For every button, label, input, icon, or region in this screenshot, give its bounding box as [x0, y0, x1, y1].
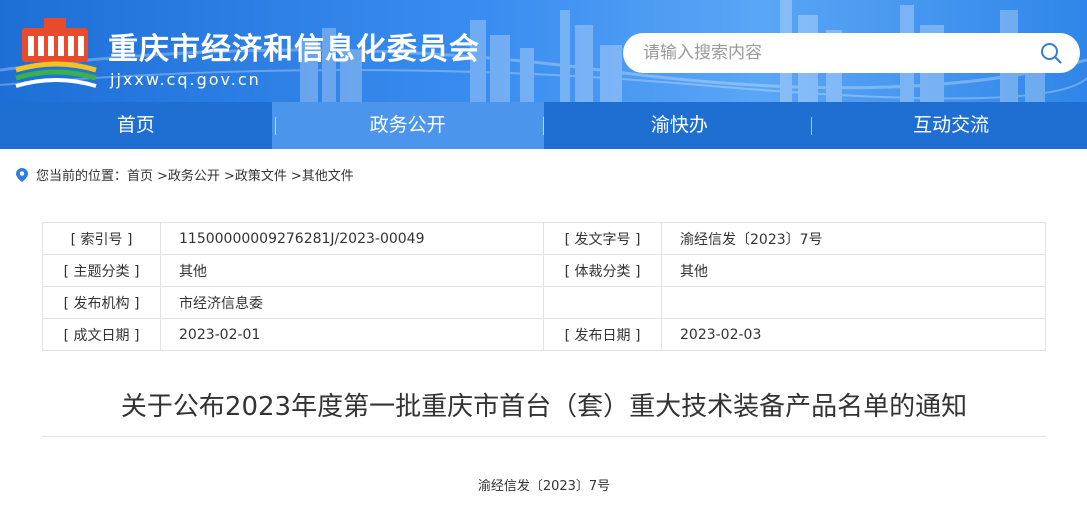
index-number-value: 11500000009276281J/2023-00049: [160, 222, 544, 255]
nav-separator: [275, 117, 276, 135]
site-domain: jjxxw.cq.gov.cn: [110, 70, 261, 89]
breadcrumb-home[interactable]: 首页: [127, 165, 153, 184]
site-title[interactable]: 重庆市经济和信息化委员会: [108, 24, 480, 68]
written-date-value: 2023-02-01: [160, 318, 544, 351]
genre-category-value: 其他: [661, 254, 1046, 287]
breadcrumb-policy-documents[interactable]: >政策文件: [224, 165, 287, 184]
empty-value-cell: [661, 286, 1046, 319]
table-row: [ 成文日期 ] 2023-02-01 [ 发布日期 ] 2023-02-03: [42, 318, 1046, 351]
issuing-agency-value: 市经济信息委: [160, 286, 544, 319]
topic-category-label: [ 主题分类 ]: [42, 254, 161, 287]
article-title: 关于公布2023年度第一批重庆市首台（套）重大技术装备产品名单的通知: [120, 392, 968, 422]
nav-item-yukuaiban[interactable]: 渝快办: [544, 102, 816, 149]
nav-item-home[interactable]: 首页: [0, 102, 272, 149]
main-nav: 首页 政务公开 渝快办 互动交流: [0, 102, 1087, 149]
topic-category-value: 其他: [160, 254, 544, 287]
breadcrumb-other-documents[interactable]: >其他文件: [291, 165, 354, 184]
table-row: [ 索引号 ] 11500000009276281J/2023-00049 [ …: [42, 222, 1046, 255]
search-box: [623, 33, 1080, 73]
location-pin-icon: [16, 167, 28, 182]
breadcrumb-prefix: 您当前的位置：: [36, 169, 128, 184]
site-logo[interactable]: [14, 14, 98, 88]
document-info-table: [ 索引号 ] 11500000009276281J/2023-00049 [ …: [42, 222, 1046, 351]
search-input[interactable]: [643, 33, 1023, 73]
genre-category-label: [ 体裁分类 ]: [543, 254, 662, 287]
publish-date-value: 2023-02-03: [661, 318, 1046, 351]
nav-item-government-affairs[interactable]: 政务公开: [271, 102, 544, 149]
index-number-label: [ 索引号 ]: [42, 222, 161, 255]
breadcrumb-government-affairs[interactable]: >政务公开: [157, 165, 220, 184]
doc-number-value: 渝经信发〔2023〕7号: [661, 222, 1046, 255]
issuing-agency-label: [ 发布机构 ]: [42, 286, 161, 319]
table-row: [ 发布机构 ] 市经济信息委: [42, 286, 1046, 319]
title-divider: [42, 436, 1046, 437]
nav-separator: [543, 117, 544, 135]
written-date-label: [ 成文日期 ]: [42, 318, 161, 351]
nav-item-interaction[interactable]: 互动交流: [815, 102, 1087, 149]
publish-date-label: [ 发布日期 ]: [543, 318, 662, 351]
site-header: 重庆市经济和信息化委员会 jjxxw.cq.gov.cn: [0, 0, 1087, 102]
breadcrumb: 您当前的位置： 首页 >政务公开 >政策文件 >其他文件: [16, 165, 354, 184]
table-row: [ 主题分类 ] 其他 [ 体裁分类 ] 其他: [42, 254, 1046, 287]
search-icon[interactable]: [1040, 42, 1062, 64]
nav-separator: [811, 117, 812, 135]
doc-number-label: [ 发文字号 ]: [543, 222, 662, 255]
article-doc-number: 渝经信发〔2023〕7号: [477, 479, 611, 494]
empty-label-cell: [543, 286, 662, 319]
